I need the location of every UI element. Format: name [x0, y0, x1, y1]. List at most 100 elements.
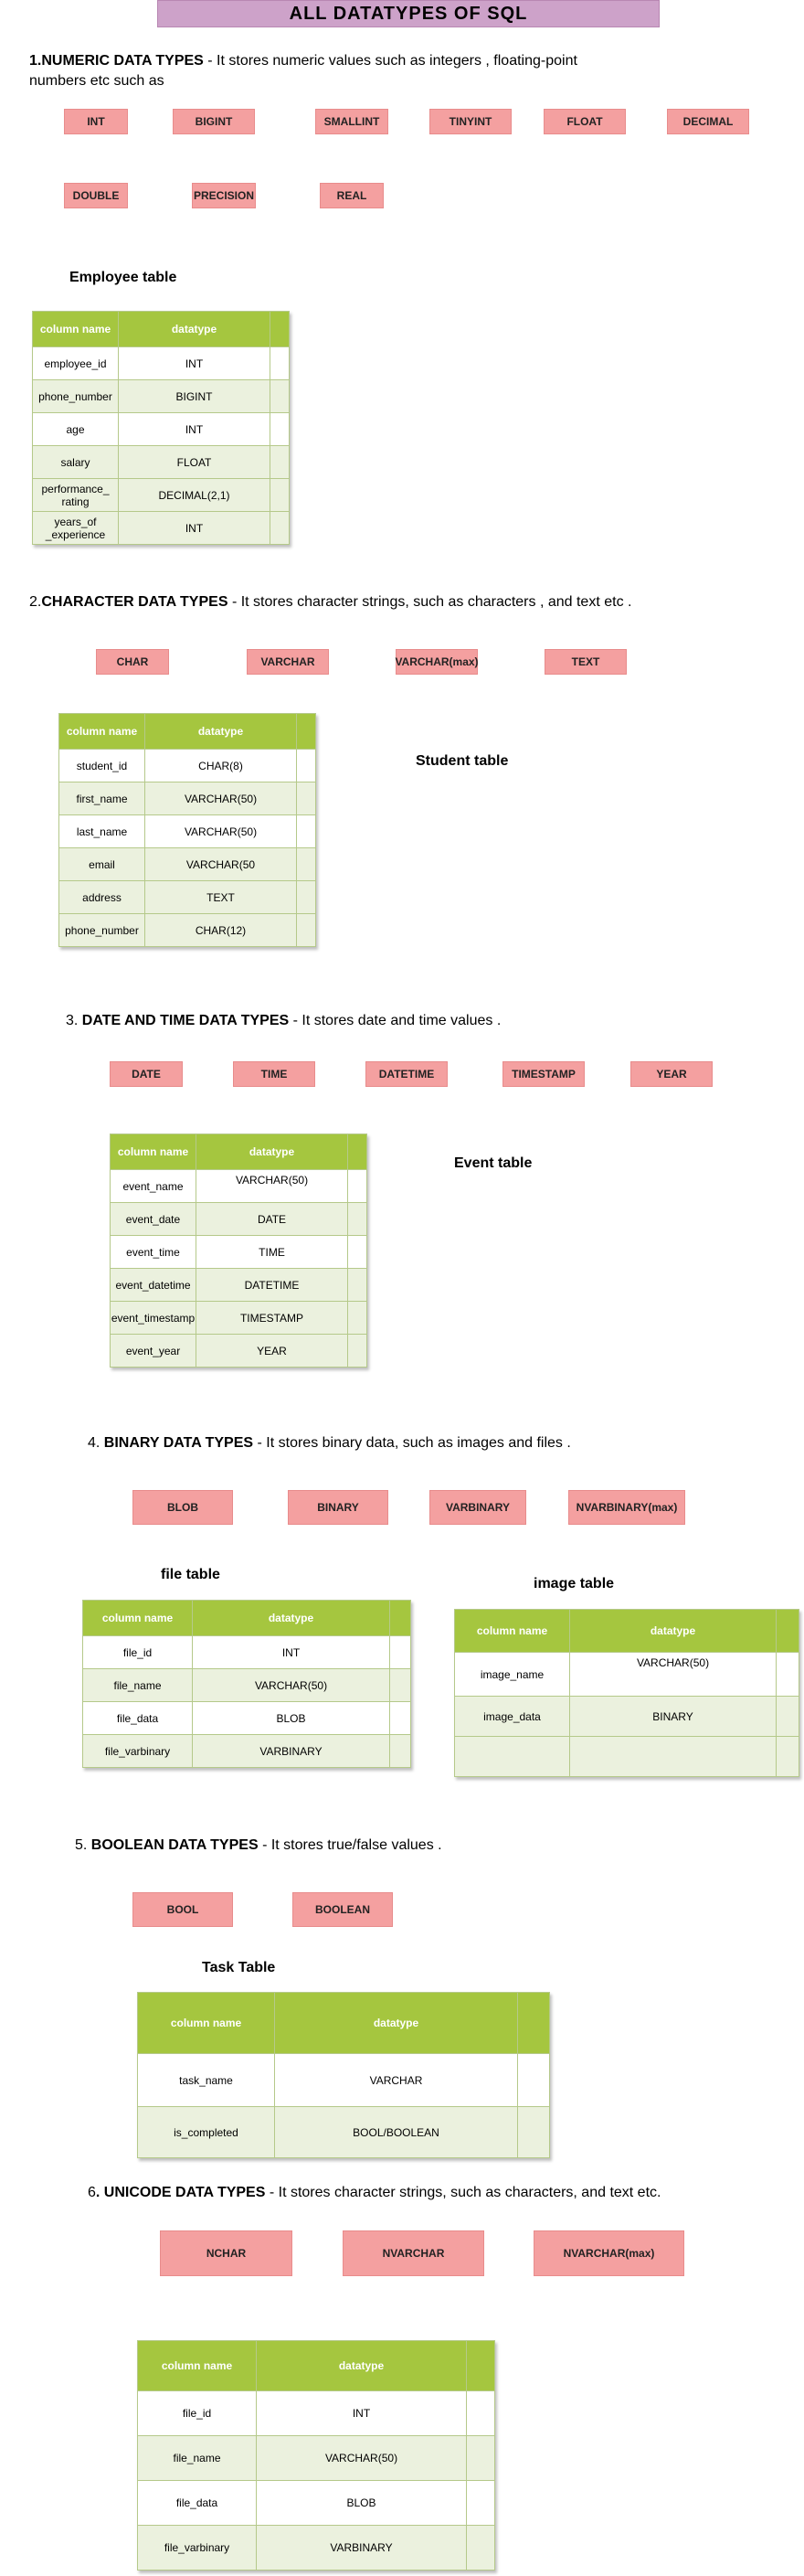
column-name-cell: file_varbinary [138, 2526, 257, 2570]
datatype-cell: VARCHAR(50) [257, 2436, 467, 2480]
datatype-tag: PRECISION [192, 183, 256, 208]
table-row: student_id CHAR(8) [59, 749, 315, 782]
column-header: datatype [193, 1601, 390, 1635]
image-table: column name datatype image_name VARCHAR(… [454, 1609, 799, 1777]
column-spacer [297, 714, 315, 749]
datatype-tag: DECIMAL [667, 109, 749, 134]
table-row: salary FLOAT [33, 445, 289, 478]
student-table: column name datatype student_id CHAR(8) … [58, 713, 316, 947]
table-title: Event table [454, 1155, 533, 1171]
table-row: file_data BLOB [83, 1701, 410, 1734]
table-row: file_name VARCHAR(50) [138, 2435, 494, 2480]
column-spacer [390, 1735, 410, 1767]
table-title: file table [161, 1567, 220, 1582]
column-header: column name [138, 1993, 275, 2053]
table-row: event_date DATE [111, 1202, 366, 1235]
datatype-tag: DOUBLE [64, 183, 128, 208]
column-spacer [297, 914, 315, 946]
column-spacer [390, 1669, 410, 1701]
table-title: Task Table [202, 1960, 276, 1975]
section-heading-text: - It stores binary data, such as images … [253, 1435, 571, 1451]
table-row: file_id INT [138, 2390, 494, 2435]
event-table: column name datatype event_name VARCHAR(… [110, 1134, 367, 1368]
table-header-row: column name datatype [33, 312, 289, 346]
column-spacer [467, 2481, 494, 2525]
table-row: is_completed BOOL/BOOLEAN [138, 2106, 549, 2157]
datatype-tag: TINYINT [429, 109, 512, 134]
datatype-tag: FLOAT [544, 109, 626, 134]
column-header: column name [33, 312, 119, 346]
column-name-cell [455, 1737, 570, 1776]
datatype-cell: VARBINARY [257, 2526, 467, 2570]
column-spacer [348, 1269, 366, 1301]
section-heading-number: 5. [75, 1837, 91, 1853]
datatype-tag: DATE [110, 1061, 183, 1087]
datatype-cell: CHAR(8) [145, 750, 297, 782]
table-title: Employee table [69, 270, 177, 285]
column-spacer [270, 380, 289, 412]
column-spacer [348, 1302, 366, 1334]
column-header: column name [59, 714, 145, 749]
datatype-tag: BOOL [132, 1892, 233, 1927]
table-title: Student table [416, 753, 509, 769]
datatype-cell: INT [119, 413, 270, 445]
table-row: first_name VARCHAR(50) [59, 782, 315, 814]
table-row: event_name VARCHAR(50) [111, 1169, 366, 1202]
datatype-cell: TIME [196, 1236, 348, 1268]
datatype-cell: DECIMAL(2,1) [119, 479, 270, 511]
section-heading-text: - It stores numeric values such as integ… [203, 53, 577, 69]
column-spacer [777, 1610, 799, 1652]
datatype-tag: INT [64, 109, 128, 134]
column-name-cell: performance_ rating [33, 479, 119, 511]
table-row: task_name VARCHAR [138, 2053, 549, 2106]
column-name-cell: email [59, 848, 145, 880]
table-row: event_timestamp TIMESTAMP [111, 1301, 366, 1334]
table-row: last_name VARCHAR(50) [59, 814, 315, 847]
datatype-tag: BINARY [288, 1490, 388, 1525]
column-spacer [348, 1236, 366, 1268]
column-spacer [270, 312, 289, 346]
datatype-tag: BIGINT [173, 109, 255, 134]
section-heading-bold: . UNICODE DATA TYPES [95, 2185, 266, 2200]
column-spacer [348, 1134, 366, 1169]
employee-table: column name datatype employee_id INT pho… [32, 311, 290, 545]
column-header: column name [138, 2341, 257, 2390]
column-name-cell: last_name [59, 815, 145, 847]
datatype-tag: TEXT [545, 649, 627, 675]
datatype-tag: VARCHAR [247, 649, 329, 675]
column-header: datatype [119, 312, 270, 346]
table-row: employee_id INT [33, 346, 289, 379]
datatype-tag: TIME [233, 1061, 315, 1087]
section-heading-number: 4. [88, 1435, 104, 1451]
column-spacer [297, 848, 315, 880]
datatype-cell: VARCHAR(50) [145, 782, 297, 814]
column-spacer [467, 2391, 494, 2435]
datatype-tag: REAL [320, 183, 384, 208]
column-name-cell: image_name [455, 1653, 570, 1696]
table-header-row: column name datatype [138, 1993, 549, 2053]
column-name-cell: file_data [83, 1702, 193, 1734]
datatype-tag: YEAR [630, 1061, 713, 1087]
column-spacer [270, 413, 289, 445]
datatype-cell: VARCHAR(50) [193, 1669, 390, 1701]
column-name-cell: file_id [138, 2391, 257, 2435]
column-name-cell: event_date [111, 1203, 196, 1235]
datatype-cell [570, 1737, 777, 1776]
column-spacer [518, 2107, 549, 2157]
column-spacer [270, 479, 289, 511]
section-heading-text: - It stores character strings, such as c… [265, 2185, 661, 2200]
datatype-cell: YEAR [196, 1335, 348, 1367]
section-heading-text: - It stores true/false values . [258, 1837, 442, 1853]
task-table: column name datatype task_name VARCHAR i… [137, 1992, 550, 2158]
datatype-cell: VARCHAR(50 [145, 848, 297, 880]
table-row: email VARCHAR(50 [59, 847, 315, 880]
column-name-cell: file_varbinary [83, 1735, 193, 1767]
column-spacer [467, 2341, 494, 2390]
column-name-cell: salary [33, 446, 119, 478]
datatype-cell: BINARY [570, 1697, 777, 1736]
column-spacer [518, 1993, 549, 2053]
file-table: column name datatype file_id INT file_na… [82, 1600, 411, 1768]
datatype-cell: VARCHAR [275, 2054, 518, 2106]
datatype-cell: TIMESTAMP [196, 1302, 348, 1334]
section-heading-numeric: 1.NUMERIC DATA TYPES - It stores numeric… [29, 51, 687, 91]
